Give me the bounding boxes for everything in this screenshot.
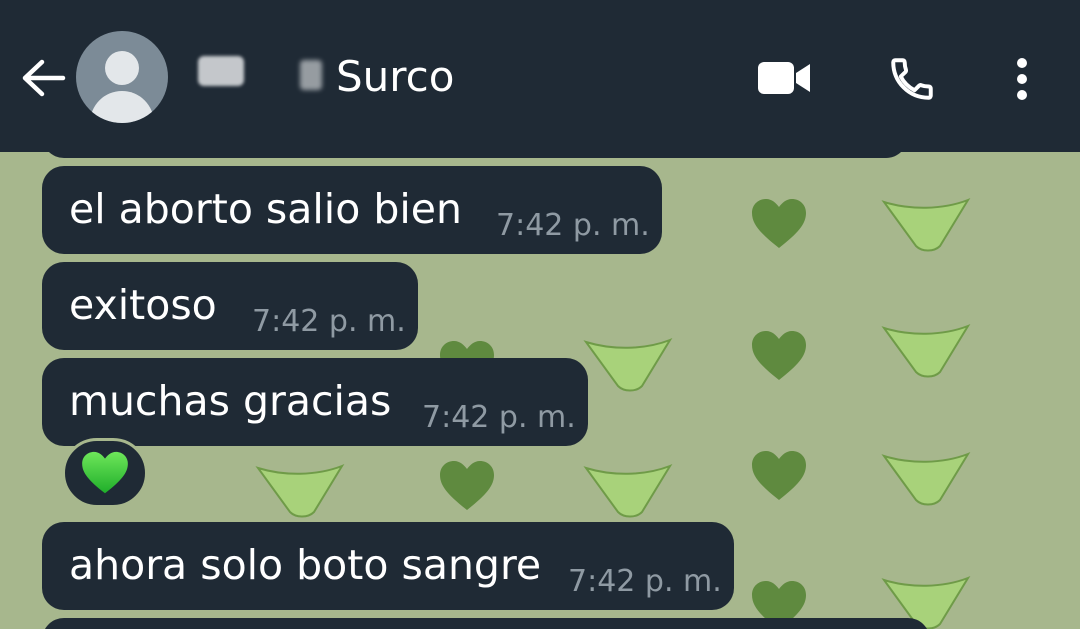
voice-call-button[interactable]: [884, 52, 940, 106]
phone-icon: [891, 58, 933, 100]
message-bubble[interactable]: exitoso 7:42 p. m.: [42, 262, 418, 350]
message-time: 7:42 p. m.: [568, 564, 722, 599]
message-text: ahora solo boto sangre: [69, 541, 542, 589]
message-text: muchas gracias: [69, 377, 392, 425]
video-camera-icon: [758, 62, 810, 94]
back-button[interactable]: [20, 56, 66, 100]
redacted-name-part: [198, 56, 244, 86]
wallpaper-bandana-icon: [881, 198, 971, 252]
wallpaper-bandana-icon: [583, 338, 673, 392]
message-text: el aborto salio bien: [69, 185, 462, 233]
wallpaper-bandana-icon: [255, 464, 345, 518]
wallpaper-bandana-icon: [881, 324, 971, 378]
wallpaper-heart-icon: [752, 451, 806, 500]
avatar-icon: [105, 51, 139, 85]
wallpaper-heart-icon: [752, 199, 806, 248]
message-bubble[interactable]: muchas gracias 7:42 p. m.: [42, 358, 588, 446]
message-reaction[interactable]: [62, 438, 148, 508]
contact-avatar[interactable]: [76, 31, 168, 123]
redacted-name-part: [300, 60, 322, 90]
contact-name[interactable]: Surco: [336, 52, 454, 102]
message-bubble[interactable]: ahora solo boto sangre 7:42 p. m.: [42, 522, 734, 610]
more-vertical-icon: [1017, 58, 1027, 100]
message-bubble[interactable]: el aborto salio bien 7:42 p. m.: [42, 166, 662, 254]
wallpaper-bandana-icon: [583, 464, 673, 518]
green-heart-icon: [82, 451, 128, 494]
wallpaper-heart-icon: [440, 461, 494, 510]
wallpaper-heart-icon: [752, 331, 806, 380]
next-message-bubble[interactable]: [42, 618, 930, 629]
video-call-button[interactable]: [752, 54, 816, 102]
more-options-button[interactable]: [1006, 52, 1038, 106]
wallpaper-bandana-icon: [881, 452, 971, 506]
avatar-body: [90, 91, 154, 123]
message-time: 7:42 p. m.: [496, 208, 650, 243]
message-time: 7:42 p. m.: [422, 400, 576, 435]
message-time: 7:42 p. m.: [252, 304, 406, 339]
back-arrow-icon: [22, 59, 66, 97]
message-text: exitoso: [69, 281, 217, 329]
chat-header: Surco: [0, 0, 1080, 152]
